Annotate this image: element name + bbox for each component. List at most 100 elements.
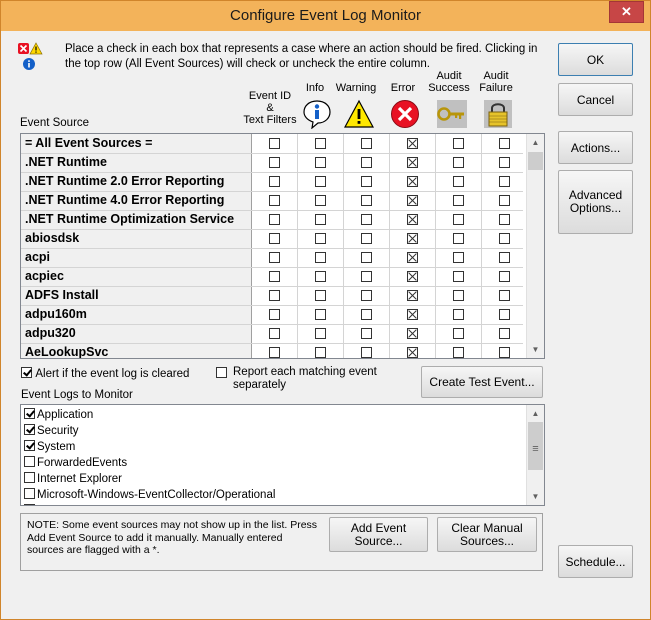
grid-checkbox[interactable]: [407, 157, 418, 168]
grid-checkbox[interactable]: [499, 252, 510, 263]
log-checkbox[interactable]: [24, 424, 35, 436]
grid-checkbox[interactable]: [407, 138, 418, 149]
grid-checkbox[interactable]: [453, 195, 464, 206]
grid-checkbox[interactable]: [361, 195, 372, 206]
log-checkbox[interactable]: [24, 408, 35, 420]
grid-checkbox[interactable]: [499, 138, 510, 149]
table-row[interactable]: .NET Runtime 4.0 Error Reporting: [21, 191, 528, 211]
table-row[interactable]: AeLookupSvc: [21, 343, 528, 358]
table-row[interactable]: acpiec: [21, 267, 528, 287]
list-item[interactable]: Security: [24, 423, 79, 439]
grid-checkbox[interactable]: [315, 290, 326, 301]
grid-checkbox[interactable]: [315, 271, 326, 282]
grid-checkbox[interactable]: [269, 233, 280, 244]
grid-checkbox[interactable]: [407, 328, 418, 339]
grid-checkbox[interactable]: [407, 233, 418, 244]
grid-checkbox[interactable]: [453, 309, 464, 320]
scroll-down-icon[interactable]: ▼: [527, 488, 544, 505]
create-test-event-button[interactable]: Create Test Event...: [421, 366, 543, 398]
grid-checkbox[interactable]: [453, 252, 464, 263]
grid-checkbox[interactable]: [499, 214, 510, 225]
table-row[interactable]: .NET Runtime 2.0 Error Reporting: [21, 172, 528, 192]
grid-checkbox[interactable]: [453, 290, 464, 301]
table-row[interactable]: = All Event Sources =: [21, 134, 528, 154]
table-row[interactable]: adpu320: [21, 324, 528, 344]
grid-checkbox[interactable]: [499, 195, 510, 206]
grid-checkbox[interactable]: [361, 309, 372, 320]
grid-checkbox[interactable]: [407, 252, 418, 263]
grid-checkbox[interactable]: [453, 233, 464, 244]
grid-checkbox[interactable]: [361, 176, 372, 187]
list-item[interactable]: Application: [24, 407, 93, 423]
table-row[interactable]: .NET Runtime Optimization Service: [21, 210, 528, 230]
grid-checkbox[interactable]: [315, 347, 326, 358]
grid-checkbox[interactable]: [269, 138, 280, 149]
grid-checkbox[interactable]: [269, 309, 280, 320]
alert-cleared-option[interactable]: Alert if the event log is cleared: [21, 366, 189, 380]
grid-checkbox[interactable]: [361, 214, 372, 225]
log-checkbox[interactable]: [24, 472, 35, 484]
table-row[interactable]: adpu160m: [21, 305, 528, 325]
grid-checkbox[interactable]: [315, 328, 326, 339]
actions-button[interactable]: Actions...: [558, 131, 633, 164]
grid-checkbox[interactable]: [499, 157, 510, 168]
event-logs-list[interactable]: Microsoft-Windows-Forwarding/Operational…: [20, 404, 545, 506]
title-bar[interactable]: Configure Event Log Monitor ✕: [1, 1, 650, 31]
grid-checkbox[interactable]: [453, 138, 464, 149]
grid-checkbox[interactable]: [315, 157, 326, 168]
grid-checkbox[interactable]: [315, 138, 326, 149]
grid-checkbox[interactable]: [315, 176, 326, 187]
grid-checkbox[interactable]: [361, 328, 372, 339]
grid-checkbox[interactable]: [361, 290, 372, 301]
grid-checkbox[interactable]: [499, 309, 510, 320]
grid-checkbox[interactable]: [407, 214, 418, 225]
table-row[interactable]: .NET Runtime: [21, 153, 528, 173]
grid-checkbox[interactable]: [453, 347, 464, 358]
grid-checkbox[interactable]: [407, 309, 418, 320]
grid-checkbox[interactable]: [407, 347, 418, 358]
list-item[interactable]: Microsoft-Windows-Forwarding/Operational: [24, 503, 258, 505]
grid-checkbox[interactable]: [269, 214, 280, 225]
grid-checkbox[interactable]: [315, 195, 326, 206]
grid-checkbox[interactable]: [407, 271, 418, 282]
list-scrollbar[interactable]: ▲ ≡ ▼: [526, 405, 544, 505]
grid-checkbox[interactable]: [269, 271, 280, 282]
grid-checkbox[interactable]: [361, 347, 372, 358]
grid-checkbox[interactable]: [499, 176, 510, 187]
grid-checkbox[interactable]: [269, 328, 280, 339]
log-checkbox[interactable]: [24, 488, 35, 500]
grid-checkbox[interactable]: [269, 157, 280, 168]
grid-checkbox[interactable]: [499, 347, 510, 358]
grid-checkbox[interactable]: [361, 271, 372, 282]
schedule-button[interactable]: Schedule...: [558, 545, 633, 578]
grid-checkbox[interactable]: [269, 347, 280, 358]
grid-scrollbar[interactable]: ▲ ▼: [526, 134, 544, 358]
ok-button[interactable]: OK: [558, 43, 633, 76]
grid-checkbox[interactable]: [361, 233, 372, 244]
log-checkbox[interactable]: [24, 504, 35, 505]
grid-checkbox[interactable]: [499, 290, 510, 301]
event-source-grid[interactable]: AeLookupSvc adpu320 adpu160m ADFS Install ac…: [20, 133, 545, 359]
grid-checkbox[interactable]: [499, 328, 510, 339]
grid-checkbox[interactable]: [269, 176, 280, 187]
advanced-options-button[interactable]: Advanced Options...: [558, 170, 633, 234]
alert-cleared-checkbox[interactable]: [21, 367, 32, 379]
grid-checkbox[interactable]: [315, 214, 326, 225]
grid-checkbox[interactable]: [269, 252, 280, 263]
list-item[interactable]: Internet Explorer: [24, 471, 122, 487]
list-item[interactable]: Microsoft-Windows-EventCollector/Operati…: [24, 487, 275, 503]
grid-checkbox[interactable]: [315, 252, 326, 263]
grid-checkbox[interactable]: [499, 271, 510, 282]
grid-checkbox[interactable]: [315, 309, 326, 320]
clear-manual-sources-button[interactable]: Clear Manual Sources...: [437, 517, 537, 552]
close-button[interactable]: ✕: [609, 1, 644, 23]
grid-checkbox[interactable]: [453, 214, 464, 225]
grid-checkbox[interactable]: [453, 157, 464, 168]
grid-checkbox[interactable]: [269, 195, 280, 206]
grid-checkbox[interactable]: [407, 290, 418, 301]
grid-checkbox[interactable]: [453, 328, 464, 339]
grid-checkbox[interactable]: [269, 290, 280, 301]
log-checkbox[interactable]: [24, 456, 35, 468]
grid-checkbox[interactable]: [361, 157, 372, 168]
grid-checkbox[interactable]: [361, 138, 372, 149]
